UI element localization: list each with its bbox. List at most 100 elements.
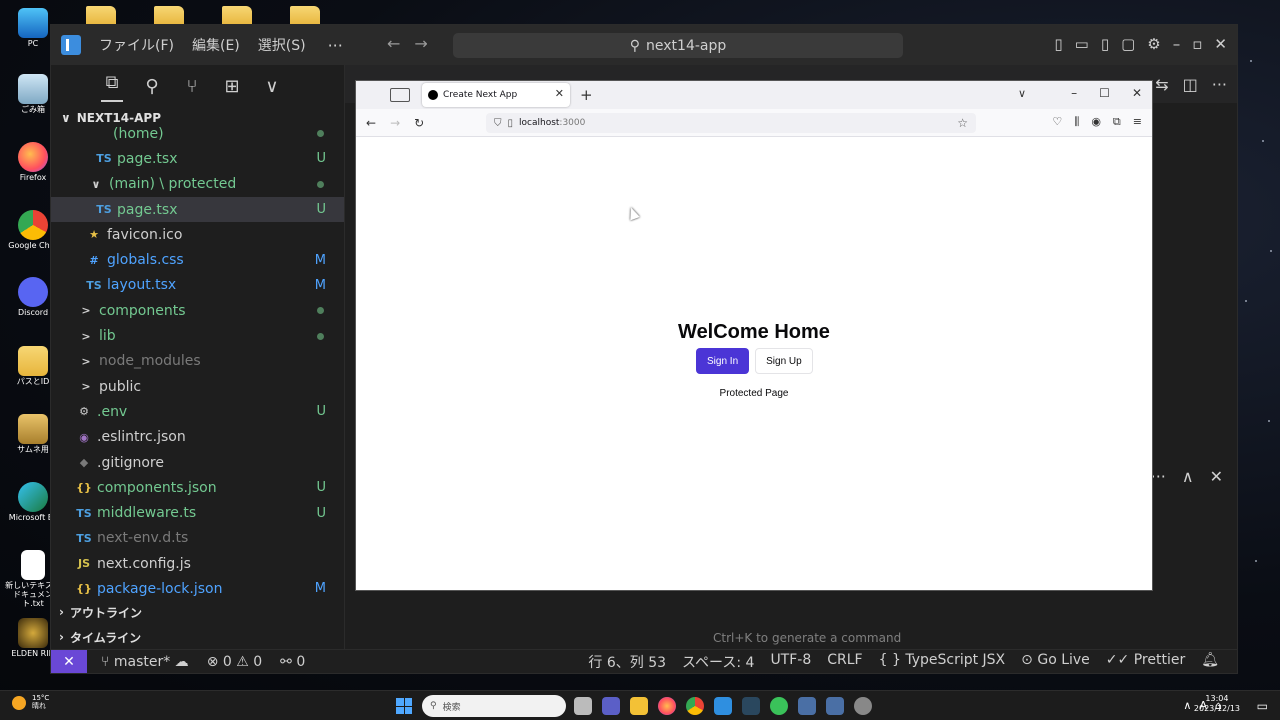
windows-start-icon[interactable] bbox=[396, 698, 412, 714]
firefox-view-icon[interactable] bbox=[390, 88, 410, 102]
toggle-sidebar-icon[interactable]: ▯ bbox=[1054, 35, 1062, 53]
outline-section[interactable]: › アウトライン bbox=[51, 600, 344, 624]
split-editor-icon[interactable]: ◫ bbox=[1183, 75, 1198, 94]
encoding[interactable]: UTF-8 bbox=[770, 652, 811, 672]
file-tree-item[interactable]: ◆ .gitignore bbox=[51, 450, 344, 475]
new-tab-icon[interactable]: + bbox=[580, 86, 593, 104]
library-icon[interactable]: ⫼ bbox=[1074, 115, 1079, 129]
shield-icon[interactable]: ⛉ bbox=[494, 118, 502, 129]
explorer-icon[interactable]: ⧉ bbox=[101, 72, 123, 102]
gear-icon[interactable]: ⚙ bbox=[1147, 35, 1160, 53]
forward-arrow-icon[interactable]: → bbox=[390, 116, 400, 130]
bell-icon[interactable]: 🔔︎ bbox=[1201, 652, 1219, 672]
close-icon[interactable]: ✕ bbox=[1132, 86, 1142, 100]
file-tree-item[interactable]: TS page.tsx U bbox=[51, 146, 344, 171]
more-actions-icon[interactable]: ··· bbox=[1151, 467, 1166, 486]
chevron-up-icon[interactable]: ∧ bbox=[1183, 699, 1191, 712]
toggle-panel-icon[interactable]: ▭ bbox=[1075, 35, 1089, 53]
file-tree-item[interactable]: (home) bbox=[51, 121, 344, 146]
protected-page-link[interactable]: Protected Page bbox=[356, 388, 1152, 399]
indentation[interactable]: スペース: 4 bbox=[682, 652, 754, 672]
ports-status[interactable]: ⚯ 0 bbox=[280, 654, 305, 670]
menu-selection[interactable]: 選択(S) bbox=[258, 35, 306, 55]
menu-file[interactable]: ファイル(F) bbox=[99, 35, 174, 55]
reload-icon[interactable]: ↻ bbox=[414, 116, 424, 130]
teams-icon[interactable] bbox=[602, 697, 620, 715]
app-icon[interactable] bbox=[770, 697, 788, 715]
back-arrow-icon[interactable]: ← bbox=[366, 116, 376, 130]
notification-icon[interactable]: ▭ bbox=[1257, 699, 1268, 713]
sign-up-button[interactable]: Sign Up bbox=[755, 348, 813, 374]
taskbar-search[interactable]: ⚲ 検索 bbox=[422, 695, 566, 717]
branch-status[interactable]: ⑂ master* ☁ bbox=[101, 654, 189, 670]
line-ending[interactable]: CRLF bbox=[827, 652, 862, 672]
minimize-icon[interactable]: – bbox=[1071, 86, 1077, 100]
file-explorer-icon[interactable] bbox=[630, 697, 648, 715]
app-icon[interactable] bbox=[854, 697, 872, 715]
browser-tab[interactable]: Create Next App ✕ bbox=[422, 83, 570, 107]
file-tree-item[interactable]: TS layout.tsx M bbox=[51, 273, 344, 298]
folder-icon[interactable] bbox=[290, 6, 320, 26]
go-live-button[interactable]: ⊙ Go Live bbox=[1021, 652, 1090, 672]
task-view-icon[interactable] bbox=[574, 697, 592, 715]
file-tree-item[interactable]: > lib bbox=[51, 323, 344, 348]
file-tree-item[interactable]: # globals.css M bbox=[51, 247, 344, 272]
folder-icon[interactable] bbox=[154, 6, 184, 26]
command-center[interactable]: ⚲ next14-app bbox=[453, 33, 903, 58]
chevron-up-icon[interactable]: ∧ bbox=[1182, 467, 1194, 486]
chat-icon[interactable]: ▢ bbox=[1121, 35, 1135, 53]
search-icon[interactable]: ⚲ bbox=[141, 76, 163, 98]
vscode-icon[interactable] bbox=[714, 697, 732, 715]
chevron-down-icon[interactable]: ∨ bbox=[261, 76, 283, 98]
maximize-icon[interactable]: ☐ bbox=[1099, 86, 1110, 100]
file-tree-item[interactable]: > components bbox=[51, 298, 344, 323]
forward-arrow-icon[interactable]: → bbox=[414, 34, 427, 53]
prettier-status[interactable]: ✓✓ Prettier bbox=[1106, 652, 1185, 672]
problems-status[interactable]: ⊗ 0 ⚠ 0 bbox=[207, 654, 262, 670]
weather-widget[interactable]: 15°C 晴れ bbox=[12, 694, 49, 710]
timeline-section[interactable]: › タイムライン bbox=[51, 625, 344, 649]
close-icon[interactable]: ✕ bbox=[1214, 35, 1227, 53]
file-tree-item[interactable]: TS next-env.d.ts bbox=[51, 526, 344, 551]
bookmark-star-icon[interactable]: ☆ bbox=[957, 116, 968, 130]
clock[interactable]: 13:04 2023/12/13 bbox=[1194, 694, 1240, 715]
close-icon[interactable]: ✕ bbox=[1210, 467, 1223, 486]
steam-icon[interactable] bbox=[742, 697, 760, 715]
url-bar[interactable]: ⛉ ▯ localhost:3000 ☆ bbox=[486, 113, 976, 133]
file-tree-item[interactable]: ◉ .eslintrc.json bbox=[51, 425, 344, 450]
chevron-down-icon[interactable]: ∨ bbox=[1018, 87, 1026, 100]
file-tree-item[interactable]: ∨ (main) \ protected bbox=[51, 172, 344, 197]
extensions-icon[interactable]: ⧉ bbox=[1113, 115, 1121, 129]
hamburger-menu-icon[interactable]: ≡ bbox=[1133, 115, 1142, 129]
folder-icon[interactable] bbox=[86, 6, 116, 26]
language-mode[interactable]: { } TypeScript JSX bbox=[879, 652, 1006, 672]
account-icon[interactable]: ◉ bbox=[1091, 115, 1101, 129]
more-actions-icon[interactable]: ··· bbox=[1212, 75, 1227, 94]
cursor-position[interactable]: 行 6、列 53 bbox=[588, 652, 666, 672]
file-tree-item[interactable]: TS page.tsx U bbox=[51, 196, 344, 223]
compare-icon[interactable]: ⇆ bbox=[1155, 75, 1168, 94]
file-tree-item[interactable]: > public bbox=[51, 374, 344, 399]
extensions-icon[interactable]: ⊞ bbox=[221, 76, 243, 98]
file-tree-item[interactable]: JS next.config.js bbox=[51, 551, 344, 576]
firefox-icon[interactable] bbox=[658, 697, 676, 715]
chrome-icon[interactable] bbox=[686, 697, 704, 715]
file-tree-item[interactable]: {} components.json U bbox=[51, 475, 344, 500]
back-arrow-icon[interactable]: ← bbox=[387, 34, 400, 53]
file-tree-item[interactable]: TS middleware.ts U bbox=[51, 500, 344, 525]
minimize-icon[interactable]: – bbox=[1173, 35, 1181, 53]
source-control-icon[interactable]: ⑂ bbox=[181, 76, 203, 98]
remote-icon[interactable]: ✕ bbox=[51, 649, 87, 673]
app-icon[interactable] bbox=[798, 697, 816, 715]
maximize-icon[interactable]: ▫ bbox=[1192, 35, 1202, 53]
folder-icon[interactable] bbox=[222, 6, 252, 26]
file-tree-item[interactable]: ★ favicon.ico bbox=[51, 222, 344, 247]
file-tree-item[interactable]: ⚙ .env U bbox=[51, 399, 344, 424]
close-tab-icon[interactable]: ✕ bbox=[555, 87, 564, 100]
sign-in-button[interactable]: Sign In bbox=[696, 348, 750, 374]
toggle-secondary-sidebar-icon[interactable]: ▯ bbox=[1101, 35, 1109, 53]
file-tree-item[interactable]: > node_modules bbox=[51, 349, 344, 374]
file-tree-item[interactable]: {} package-lock.json M bbox=[51, 576, 344, 601]
menu-edit[interactable]: 編集(E) bbox=[192, 35, 240, 55]
pocket-icon[interactable]: ♡ bbox=[1052, 115, 1062, 129]
